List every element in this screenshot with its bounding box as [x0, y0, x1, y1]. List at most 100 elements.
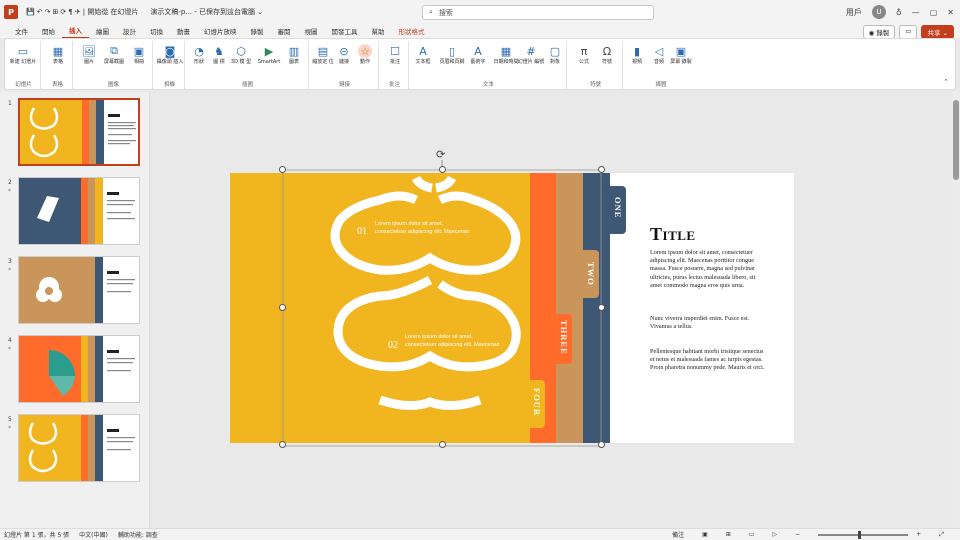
- tab-developer[interactable]: 開發工具: [325, 24, 365, 38]
- scrollbar-thumb[interactable]: [953, 100, 959, 180]
- document-title[interactable]: 演示文稿-p... - 已保存到這台電腦 ⌄: [150, 7, 263, 17]
- table-button[interactable]: ▦ 表格: [46, 44, 70, 66]
- share-button[interactable]: 共享 ⌄: [921, 25, 954, 39]
- step-text: Lorem ipsum dolor sit amet, consectetuer…: [405, 334, 500, 348]
- qa-item-1[interactable]: ⊞: [52, 8, 58, 16]
- symbol-button[interactable]: Ω 符號: [595, 44, 619, 66]
- slide-thumbnail[interactable]: 4 *: [4, 335, 144, 405]
- smartart-button[interactable]: ▶ SmartArt: [255, 44, 283, 66]
- lightbulb-icon[interactable]: ♁: [896, 8, 902, 17]
- step-number: 01: [357, 226, 367, 237]
- slide-thumbnail[interactable]: 3 *: [4, 256, 144, 326]
- record-button[interactable]: ◉ 錄製: [862, 25, 896, 39]
- resize-handle[interactable]: [279, 166, 286, 173]
- tab-file[interactable]: 文件: [8, 24, 35, 38]
- tab-animations[interactable]: 動畫: [170, 24, 197, 38]
- textbox-button[interactable]: A 文本框: [411, 44, 435, 66]
- chart-button[interactable]: ▥ 圖表: [282, 44, 306, 66]
- fit-slide-icon[interactable]: ⤢: [939, 531, 944, 539]
- close-icon[interactable]: ✕: [947, 8, 954, 17]
- date-time-button[interactable]: ▦ 日期和時間: [491, 44, 521, 66]
- slide-number-button[interactable]: # 幻燈片 編號: [518, 44, 545, 66]
- tab-slideshow[interactable]: 幻燈片放映: [197, 24, 244, 38]
- tab-insert[interactable]: 插入: [62, 23, 89, 39]
- tab-record[interactable]: 錄製: [244, 24, 271, 38]
- tab-view[interactable]: 視圖: [298, 24, 325, 38]
- object-icon: ▢: [549, 44, 561, 58]
- zoom-in-icon[interactable]: +: [916, 531, 921, 538]
- body-paragraph[interactable]: Pellentesque habitant morbi tristique se…: [650, 348, 768, 373]
- tab-transitions[interactable]: 切換: [143, 24, 170, 38]
- avatar[interactable]: U: [871, 5, 886, 19]
- new-slide-button[interactable]: ▭ 新建 幻燈片: [10, 44, 37, 66]
- calendar-icon: ▦: [500, 44, 512, 58]
- wordart-button[interactable]: A 藝術字: [466, 44, 490, 66]
- tab-draw[interactable]: 繪圖: [89, 24, 116, 38]
- comment-button[interactable]: ▭: [899, 25, 918, 39]
- normal-view-icon[interactable]: ▣: [702, 531, 708, 538]
- slide-thumbnail[interactable]: 5 *: [4, 414, 144, 484]
- resize-handle[interactable]: [598, 166, 605, 173]
- equation-button[interactable]: π 公式: [572, 44, 596, 66]
- qa-item-5[interactable]: 在幻燈片: [110, 7, 138, 17]
- pictures-button[interactable]: 🖼 圖片: [77, 44, 101, 66]
- rotate-handle[interactable]: ⟳: [436, 148, 445, 161]
- save-icon[interactable]: 💾: [26, 8, 35, 16]
- object-button[interactable]: ▢ 對象: [543, 44, 567, 66]
- thumbnail-image[interactable]: [18, 177, 140, 245]
- qa-item-2[interactable]: ⟳: [60, 8, 66, 16]
- resize-handle[interactable]: [439, 166, 446, 173]
- thumbnail-image[interactable]: [18, 335, 140, 403]
- tab-help[interactable]: 幫助: [365, 24, 392, 38]
- zoom-slider[interactable]: [818, 530, 909, 539]
- comment-insert-button[interactable]: ☐ 批注: [383, 44, 407, 66]
- accessibility-status[interactable]: 輔助功能: 調查: [118, 530, 158, 539]
- camera-button[interactable]: ◙ 攝像頭 插入: [157, 44, 184, 66]
- resize-handle[interactable]: [279, 304, 286, 311]
- audio-button[interactable]: ◁ 音頻: [647, 44, 671, 66]
- resize-handle[interactable]: [598, 304, 605, 311]
- icons-button[interactable]: ♞ 圖 標: [207, 44, 231, 66]
- thumbnail-image[interactable]: [18, 98, 140, 166]
- action-button[interactable]: ☆ 動作: [353, 44, 377, 65]
- comment-icon: ☐: [390, 44, 400, 58]
- maximize-icon[interactable]: ▢: [930, 8, 938, 17]
- tab-shape-format[interactable]: 形狀格式: [392, 24, 432, 38]
- tab-home[interactable]: 開始: [35, 24, 62, 38]
- language-indicator[interactable]: 中文(中國): [79, 530, 108, 539]
- body-paragraph[interactable]: Lorem ipsum dolor sit amet, consectetuer…: [650, 249, 768, 290]
- notes-button[interactable]: 備注: [672, 530, 684, 539]
- photo-album-button[interactable]: ▣ 相冊: [127, 44, 151, 66]
- screenshot-button[interactable]: ⧉ 屏幕截圖: [102, 44, 126, 65]
- slide-thumbnail[interactable]: 1: [4, 98, 144, 168]
- zoom-out-icon[interactable]: −: [795, 531, 800, 538]
- screen-recording-button[interactable]: ▣ 屏幕 錄製: [669, 44, 693, 66]
- current-slide[interactable]: [230, 173, 794, 443]
- redo-icon[interactable]: ↷: [45, 8, 51, 16]
- qa-item-4[interactable]: ✈ | 開始從: [75, 7, 109, 17]
- resize-handle[interactable]: [598, 441, 605, 448]
- minimize-icon[interactable]: —: [912, 8, 920, 17]
- zoom-slider-thumb[interactable]: [858, 530, 862, 539]
- tab-review[interactable]: 審閱: [271, 24, 298, 38]
- body-paragraph[interactable]: Nunc viverra imperdiet enim. Fusce est. …: [650, 315, 768, 331]
- slide-title[interactable]: Title: [650, 224, 696, 245]
- slideshow-view-icon[interactable]: ▷: [773, 531, 778, 538]
- video-button[interactable]: ▮ 視頻: [625, 44, 649, 66]
- collapse-ribbon-icon[interactable]: ⌃: [943, 78, 949, 86]
- 3d-models-button[interactable]: ⬡ 3D 模 型: [229, 44, 253, 66]
- header-footer-button[interactable]: ▯ 頁眉和頁腳: [437, 44, 467, 66]
- tab-label: TWO: [586, 262, 596, 286]
- slide-thumbnail[interactable]: 2 *: [4, 177, 144, 247]
- search-box[interactable]: ⌕ 搜索: [422, 5, 654, 20]
- reading-view-icon[interactable]: ▭: [749, 531, 755, 538]
- sorter-view-icon[interactable]: ⊞: [726, 531, 731, 538]
- resize-handle[interactable]: [439, 441, 446, 448]
- undo-icon[interactable]: ↶: [37, 8, 43, 16]
- resize-handle[interactable]: [279, 441, 286, 448]
- vertical-scrollbar[interactable]: [952, 92, 960, 528]
- tab-design[interactable]: 設計: [116, 24, 143, 38]
- thumbnail-image[interactable]: [18, 414, 140, 482]
- thumbnail-image[interactable]: [18, 256, 140, 324]
- qa-item-3[interactable]: ¶: [68, 8, 72, 16]
